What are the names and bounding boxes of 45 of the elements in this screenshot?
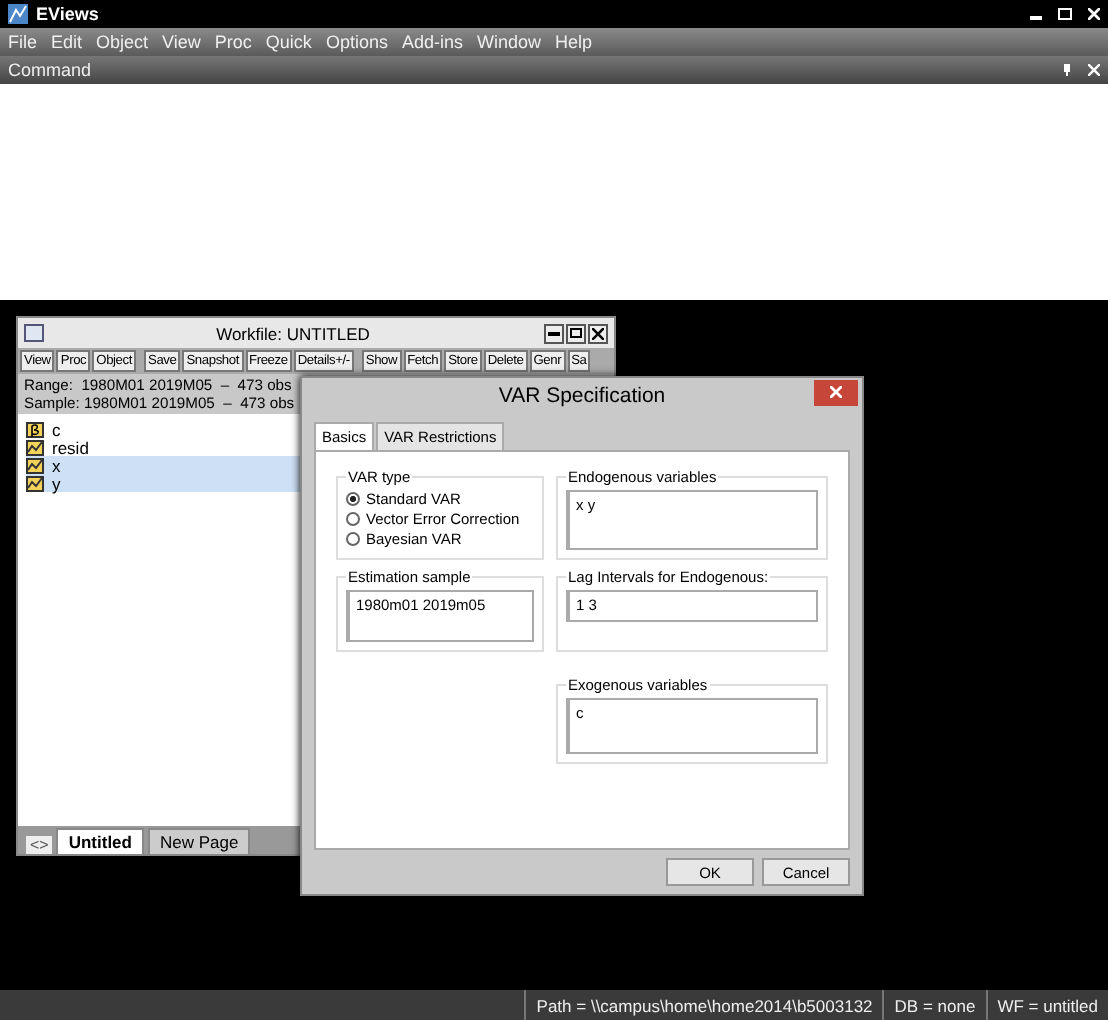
close-icon <box>592 327 604 339</box>
menu-item[interactable]: File <box>8 32 38 52</box>
object-row[interactable]: y <box>26 474 306 492</box>
object-name: x <box>52 455 61 475</box>
workfile-title: Workfile: UNTITLED <box>214 323 372 343</box>
status-text: Path = \\campus\home\home2014\b5003132 <box>524 990 883 1020</box>
object-name: resid <box>52 437 89 457</box>
minimize-icon <box>548 331 560 335</box>
beta-icon <box>26 421 44 437</box>
page-nav-arrows[interactable]: <> <box>26 836 53 854</box>
menu-item[interactable]: Add-ins <box>401 32 463 52</box>
menu-item[interactable]: View <box>162 32 201 52</box>
app-title: EViews <box>36 4 99 24</box>
page-tab[interactable]: New Page <box>147 828 251 854</box>
workfile-icon <box>24 324 44 342</box>
menu-item[interactable]: Quick <box>265 32 312 52</box>
status-text: DB = none <box>882 990 986 1020</box>
radio-button[interactable] <box>346 512 360 526</box>
menu-item[interactable]: Window <box>476 32 541 52</box>
command-pane-title: Command <box>8 60 92 80</box>
object-name: c <box>52 419 61 439</box>
close-icon <box>830 386 842 398</box>
menu-item[interactable]: Edit <box>51 32 83 52</box>
radio-button[interactable] <box>346 532 360 546</box>
menu-item[interactable]: Help <box>555 32 593 52</box>
status-text: WF = untitled <box>985 990 1108 1020</box>
radio-button[interactable] <box>346 492 360 506</box>
menu-item[interactable]: Object <box>96 32 149 52</box>
page-tab[interactable]: Untitled <box>56 828 144 854</box>
object-row[interactable]: resid <box>26 438 306 456</box>
object-row[interactable]: c <box>26 420 306 438</box>
maximize-icon[interactable] <box>1058 8 1072 20</box>
minimize-button[interactable] <box>544 323 564 343</box>
close-icon[interactable] <box>1088 64 1100 76</box>
maximize-button[interactable] <box>566 323 586 343</box>
object-row[interactable]: x <box>26 456 306 474</box>
menu-item[interactable]: Proc <box>214 32 252 52</box>
app-logo-icon <box>8 4 28 24</box>
close-button[interactable] <box>588 323 608 343</box>
menu-item[interactable]: Options <box>325 32 388 52</box>
pin-icon[interactable] <box>1062 64 1072 76</box>
maximize-icon <box>570 328 582 338</box>
object-name: y <box>52 473 61 493</box>
close-icon[interactable] <box>1088 8 1100 20</box>
dialog-title: VAR Specification <box>496 383 668 407</box>
